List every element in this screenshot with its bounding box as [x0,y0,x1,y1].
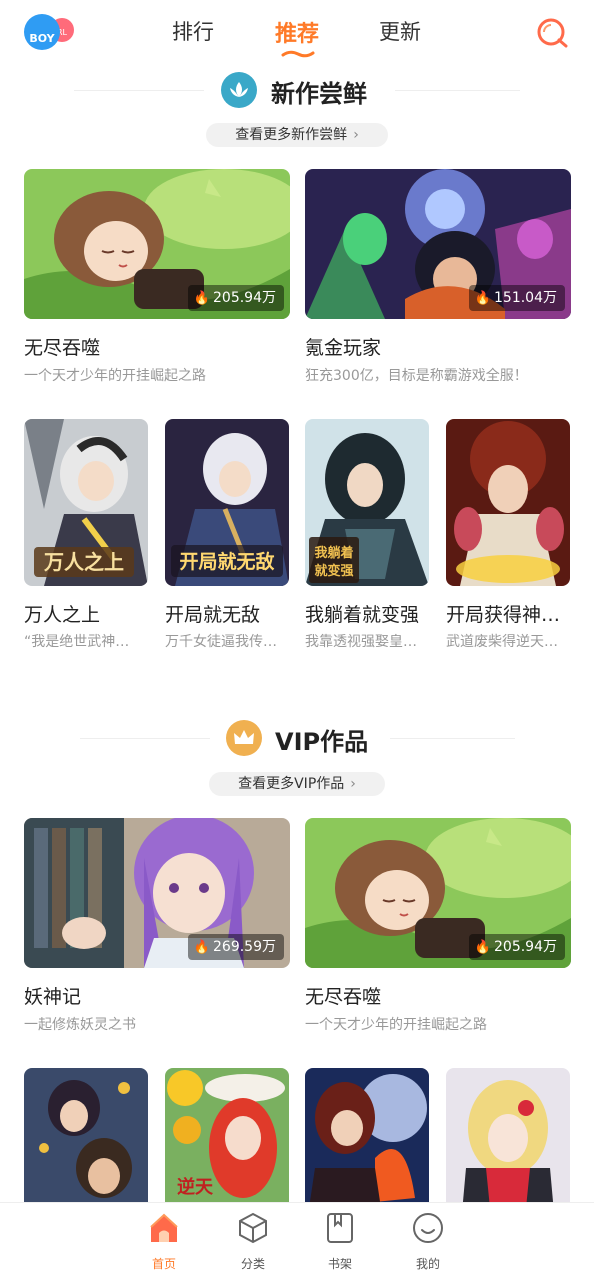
comic-cover[interactable] [446,1068,570,1202]
svg-text:万人之上: 万人之上 [43,550,124,574]
tab-recommend[interactable]: 推荐 [275,16,319,48]
nav-category[interactable]: 分类 [223,1211,283,1275]
lotus-icon [221,72,257,108]
comic-card[interactable] [446,1068,570,1202]
nav-label: 书架 [327,1257,352,1271]
search-icon[interactable] [534,14,570,50]
section-header-vip: VIP作品 [0,718,594,758]
flame-icon: 🔥 [474,291,491,306]
more-label: 查看更多VIP作品 [238,776,345,792]
comic-cover[interactable]: 开局就无敌 [165,419,289,586]
comic-title: 我躺着就变强 [305,604,420,626]
comic-card[interactable]: 🔥 205.94万 无尽吞噬 一个天才少年的开挂崛起之路 [24,169,290,384]
divider [74,90,204,91]
home-icon [150,1213,178,1242]
bookshelf-icon [327,1213,353,1243]
top-bar: RL BOY 排行 推荐 更新 [0,0,594,64]
chevron-right-icon: › [353,127,359,143]
comic-card[interactable]: 🔥 205.94万 无尽吞噬 一个天才少年的开挂崛起之路 [305,818,571,1033]
category-cube-icon [239,1212,267,1244]
comic-desc: 一个天才少年的开挂崛起之路 [305,1017,487,1033]
comic-cover[interactable]: 我躺着 就变强 [305,419,429,586]
comic-card[interactable] [305,1068,429,1202]
comic-title: 开局就无敌 [165,604,261,626]
comic-cover[interactable] [446,419,570,586]
svg-text:我躺着: 我躺着 [314,545,353,561]
comic-card[interactable] [24,1068,148,1202]
comic-cover[interactable] [305,1068,429,1202]
flame-icon: 🔥 [474,940,491,955]
comic-cover[interactable] [24,1068,148,1202]
comic-card[interactable]: 🔥 151.04万 氪金玩家 狂充300亿，目标是称霸游戏全服！ [305,169,571,384]
popularity-badge: 🔥 151.04万 [468,285,565,311]
comic-cover[interactable]: 🔥 151.04万 [305,169,571,319]
section-title: 新作尝鲜 [271,80,367,108]
comic-title: 妖神记 [24,986,82,1008]
comic-title: 万人之上 [24,604,101,626]
nav-label: 分类 [240,1257,265,1271]
crown-icon [226,720,262,756]
comic-desc: 一个天才少年的开挂崛起之路 [24,368,206,384]
comic-desc: 武道废柴得逆天… [446,634,558,650]
nav-label: 我的 [415,1257,440,1271]
nav-home[interactable]: 首页 [134,1211,194,1275]
comic-cover[interactable]: 🔥 205.94万 [305,818,571,968]
profile-smile-icon [413,1213,443,1243]
comic-desc: 一起修炼妖灵之书 [24,1017,136,1033]
active-tab-indicator [281,50,315,58]
comic-desc: 万千女徒逼我传… [165,634,277,650]
comic-card[interactable]: 我躺着 就变强 我躺着就变强 我靠透视强娶皇… [305,419,429,653]
comic-title: 无尽吞噬 [24,337,101,359]
comic-card[interactable]: 开局获得神… 武道废柴得逆天… [446,419,570,653]
top-tabs: 排行 推荐 更新 [0,0,594,64]
flame-icon: 🔥 [193,940,210,955]
comic-title: 开局获得神… [446,604,561,626]
comic-cover[interactable]: 🔥 269.59万 [24,818,290,968]
tab-updates[interactable]: 更新 [379,16,421,46]
comic-title: 无尽吞噬 [305,986,382,1008]
bottom-navigation: 首页 分类 书架 我的 [0,1202,594,1280]
nav-profile[interactable]: 我的 [398,1211,458,1275]
popularity-badge: 🔥 205.94万 [187,285,284,311]
svg-text:逆天: 逆天 [177,1176,214,1198]
comic-card[interactable]: 万人之上 万人之上 “我是绝世武神… [24,419,148,653]
svg-text:开局就无敌: 开局就无敌 [179,550,274,573]
section-title: VIP作品 [275,728,369,756]
tab-ranking[interactable]: 排行 [172,16,214,46]
svg-text:就变强: 就变强 [314,563,353,579]
divider [80,738,210,739]
comic-card[interactable]: 逆天 [165,1068,289,1202]
nav-label: 首页 [151,1257,176,1271]
divider [390,738,515,739]
section-header-new: 新作尝鲜 [0,70,594,110]
comic-desc: 我靠透视强娶皇… [305,634,417,650]
comic-desc: “我是绝世武神… [24,634,130,650]
comic-cover[interactable]: 万人之上 [24,419,148,586]
comic-title: 氪金玩家 [305,337,382,359]
comic-cover[interactable]: 逆天 [165,1068,289,1202]
more-new-button[interactable]: 查看更多新作尝鲜 › [206,123,388,147]
flame-icon: 🔥 [193,291,210,306]
divider [395,90,520,91]
nav-bookshelf[interactable]: 书架 [310,1211,370,1275]
more-label: 查看更多新作尝鲜 [235,127,348,143]
comic-card[interactable]: 🔥 269.59万 妖神记 一起修炼妖灵之书 [24,818,290,1033]
comic-desc: 狂充300亿，目标是称霸游戏全服！ [305,368,528,384]
chevron-right-icon: › [350,776,356,792]
comic-cover[interactable]: 🔥 205.94万 [24,169,290,319]
popularity-badge: 🔥 205.94万 [468,934,565,960]
popularity-badge: 🔥 269.59万 [187,934,284,960]
comic-card[interactable]: 开局就无敌 开局就无敌 万千女徒逼我传… [165,419,289,653]
more-vip-button[interactable]: 查看更多VIP作品 › [209,772,385,796]
